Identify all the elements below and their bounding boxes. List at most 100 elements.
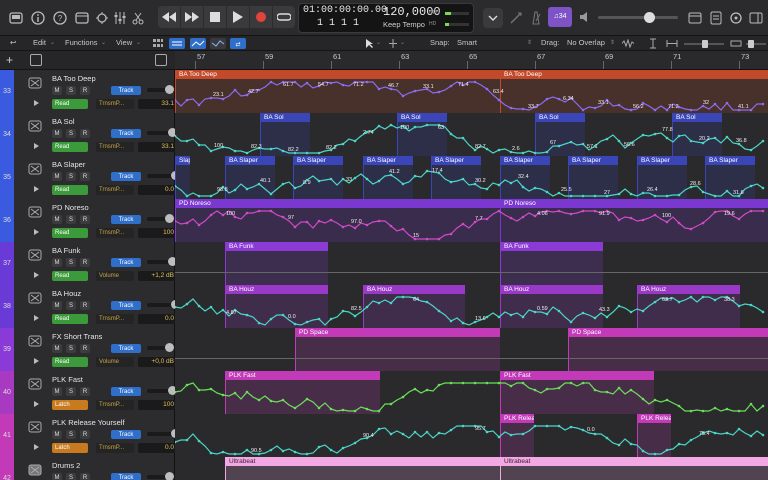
automation-point[interactable] [725, 431, 729, 435]
automation-curve[interactable]: 23.1 42.7 61.7 54.7 71.2 46.7 33.1 71.4 63.4 33.7… [175, 70, 768, 113]
automation-point[interactable] [365, 407, 369, 411]
track-header[interactable]: PLK Fast M S R Track Latch TrnsmP... 100 [14, 371, 179, 414]
add-track-icon[interactable]: + [6, 53, 13, 67]
automation-point[interactable] [293, 186, 297, 190]
automation-mode-select[interactable]: Read [52, 99, 88, 109]
automation-point[interactable] [305, 397, 309, 401]
track-row[interactable]: 41 PLK Release Yourself M S R Track Latc… [0, 414, 768, 457]
record-button[interactable] [250, 6, 272, 28]
vertical-zoom-icon[interactable] [648, 38, 658, 49]
automation-point[interactable] [185, 194, 189, 198]
automation-point[interactable] [437, 90, 441, 94]
automation-parameter-select[interactable]: TrnsmP... [96, 142, 134, 152]
synth-plugin-icon[interactable] [28, 334, 42, 348]
automation-point[interactable] [485, 430, 489, 434]
disclosure-triangle-icon[interactable] [34, 186, 39, 192]
automation-point[interactable] [317, 219, 321, 223]
track-menu-button[interactable]: Track [111, 430, 141, 439]
automation-point[interactable] [413, 387, 417, 391]
track-name[interactable]: BA Houz [52, 289, 81, 298]
play-button[interactable] [227, 6, 249, 28]
track-header[interactable]: FX Short Trans M S R Track Read Volume +… [14, 328, 179, 371]
snap-select[interactable]: Smart [457, 38, 477, 47]
automation-point[interactable] [581, 311, 585, 315]
automation-point[interactable] [605, 436, 609, 440]
automation-value[interactable]: 100 [138, 228, 178, 238]
track-lane[interactable]: PLK ReleaPLK Releas90.590.495.70.075.4 [175, 414, 768, 457]
automation-point[interactable] [593, 388, 597, 392]
automation-point[interactable] [341, 408, 345, 412]
lcd-display[interactable]: 01:00:00:00.00 1 1 1 1 120,0000 Keep Tem… [298, 3, 474, 33]
automation-point[interactable] [605, 315, 609, 319]
automation-point[interactable] [653, 132, 657, 136]
record-enable-button[interactable]: R [80, 258, 90, 267]
automation-point[interactable] [533, 151, 537, 155]
automation-point[interactable] [557, 209, 561, 213]
automation-point[interactable] [689, 139, 693, 143]
automation-point[interactable] [665, 448, 669, 452]
automation-point[interactable] [197, 304, 201, 308]
track-name[interactable]: PD Noreso [52, 203, 89, 212]
solo-button[interactable]: S [66, 301, 76, 310]
track-volume-knob[interactable] [165, 85, 174, 94]
lcd-mode-chevron-icon[interactable] [483, 8, 503, 28]
track-menu-button[interactable]: Track [111, 172, 141, 181]
automation-point[interactable] [281, 215, 285, 219]
automation-point[interactable] [233, 149, 237, 153]
automation-point[interactable] [713, 102, 717, 106]
automation-point[interactable] [257, 209, 261, 213]
automation-point[interactable] [737, 409, 741, 413]
automation-point[interactable] [209, 305, 213, 309]
toolbar-icon[interactable] [72, 8, 92, 28]
automation-mode-select[interactable]: Read [52, 314, 88, 324]
automation-point[interactable] [497, 98, 501, 102]
functions-menu[interactable]: Functions [65, 38, 98, 47]
automation-point[interactable] [629, 108, 633, 112]
automation-point[interactable] [497, 148, 501, 152]
automation-point[interactable] [545, 424, 549, 428]
automation-point[interactable] [701, 221, 705, 225]
automation-point[interactable] [185, 302, 189, 306]
automation-point[interactable] [245, 151, 249, 155]
mute-button[interactable]: M [52, 258, 62, 267]
automation-point[interactable] [209, 213, 213, 217]
automation-point[interactable] [389, 402, 393, 406]
automation-point[interactable] [737, 217, 741, 221]
automation-point[interactable] [233, 188, 237, 192]
automation-point[interactable] [665, 194, 669, 198]
automation-point[interactable] [485, 87, 489, 91]
automation-parameter-select[interactable]: TrnsmP... [96, 443, 134, 453]
automation-curve[interactable] [175, 371, 768, 414]
library-icon[interactable] [6, 8, 26, 28]
automation-curve[interactable]: 4.87 0.0 82.5 64 13.6 0.59 43.3 63.7 38.3 [175, 285, 768, 328]
automation-point[interactable] [725, 407, 729, 411]
automation-point[interactable] [317, 317, 321, 321]
automation-point[interactable] [221, 213, 225, 217]
automation-point[interactable] [749, 303, 753, 307]
automation-point[interactable] [209, 149, 213, 153]
automation-point[interactable] [569, 140, 573, 144]
automation-point[interactable] [761, 102, 765, 106]
automation-point[interactable] [545, 387, 549, 391]
track-lane[interactable]: BA Funk BA Funk [175, 242, 768, 285]
scissors-icon[interactable] [128, 8, 148, 28]
automation-point[interactable] [761, 310, 765, 314]
automation-point[interactable] [497, 315, 501, 319]
automation-point[interactable] [569, 425, 573, 429]
automation-point[interactable] [449, 84, 453, 88]
vertical-zoom-thumb[interactable] [748, 40, 754, 48]
track-row[interactable]: 40 PLK Fast M S R Track Latch TrnsmP... … [0, 371, 768, 414]
automation-point[interactable] [713, 136, 717, 140]
automation-point[interactable] [485, 147, 489, 151]
automation-point[interactable] [533, 388, 537, 392]
horizontal-zoom-icon[interactable] [666, 38, 678, 49]
automation-point[interactable] [175, 305, 177, 309]
flex-mode-button[interactable]: ⇄ [230, 38, 246, 49]
solo-button[interactable]: S [66, 215, 76, 224]
info-icon[interactable] [28, 8, 48, 28]
automation-point[interactable] [305, 452, 309, 456]
automation-point[interactable] [197, 388, 201, 392]
automation-point[interactable] [581, 428, 585, 432]
automation-point[interactable] [437, 383, 441, 387]
automation-point[interactable] [353, 226, 357, 230]
